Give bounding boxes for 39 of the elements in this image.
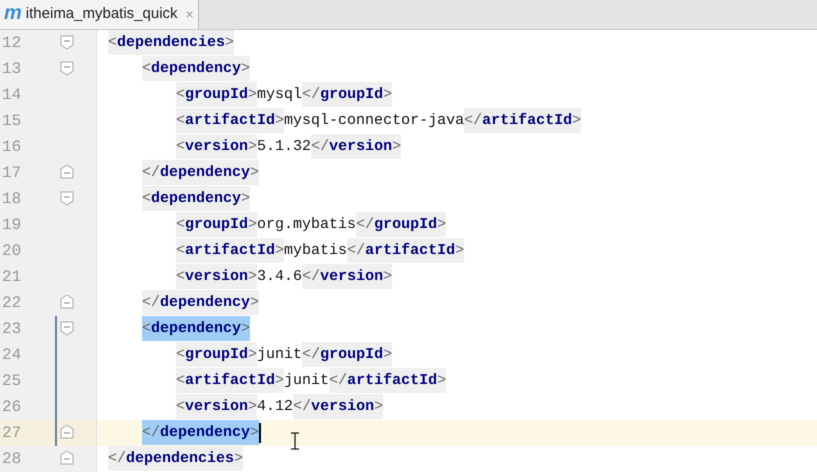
line-number: 16 bbox=[2, 137, 22, 158]
fold-icon[interactable] bbox=[60, 61, 74, 76]
line-number: 19 bbox=[2, 215, 22, 236]
code-line: <version>5.1.32</version> bbox=[176, 136, 402, 158]
tab-title: itheima_mybatis_quick bbox=[26, 4, 178, 24]
fold-icon[interactable] bbox=[60, 295, 74, 310]
editor-tab[interactable]: m itheima_mybatis_quick × bbox=[0, 0, 199, 29]
line-number: 17 bbox=[2, 163, 22, 184]
line-number: 15 bbox=[2, 111, 22, 132]
fold-icon[interactable] bbox=[60, 451, 74, 466]
line-number: 13 bbox=[2, 59, 22, 80]
code-line: <artifactId>junit</artifactId> bbox=[176, 370, 446, 392]
line-number: 12 bbox=[2, 33, 22, 54]
line-number: 28 bbox=[2, 449, 22, 470]
text-cursor-icon bbox=[290, 432, 300, 450]
code-line: <groupId>junit</groupId> bbox=[176, 344, 392, 366]
line-number: 26 bbox=[2, 397, 22, 418]
fold-icon[interactable] bbox=[60, 191, 74, 206]
code-line: <groupId>mysql</groupId> bbox=[176, 84, 392, 106]
fold-icon[interactable] bbox=[60, 425, 74, 440]
text-caret bbox=[259, 423, 262, 443]
fold-icon[interactable] bbox=[60, 165, 74, 180]
maven-icon: m bbox=[4, 2, 22, 22]
fold-icon[interactable] bbox=[60, 35, 74, 50]
code-line: <artifactId>mysql-connector-java</artifactId> bbox=[176, 110, 582, 132]
code-line: <version>3.4.6</version> bbox=[176, 266, 392, 288]
code-line: <groupId>org.mybatis</groupId> bbox=[176, 214, 446, 236]
line-number: 21 bbox=[2, 267, 22, 288]
code-line: <version>4.12</version> bbox=[176, 396, 384, 418]
code-line: <artifactId>mybatis</artifactId> bbox=[176, 240, 464, 262]
line-number: 18 bbox=[2, 189, 22, 210]
line-number: 27 bbox=[2, 423, 22, 444]
fold-icon[interactable] bbox=[60, 321, 74, 336]
line-number: 22 bbox=[2, 293, 22, 314]
line-number: 20 bbox=[2, 241, 22, 262]
line-number: 24 bbox=[2, 345, 22, 366]
line-number: 23 bbox=[2, 319, 22, 340]
line-number: 25 bbox=[2, 371, 22, 392]
line-number: 14 bbox=[2, 85, 22, 106]
